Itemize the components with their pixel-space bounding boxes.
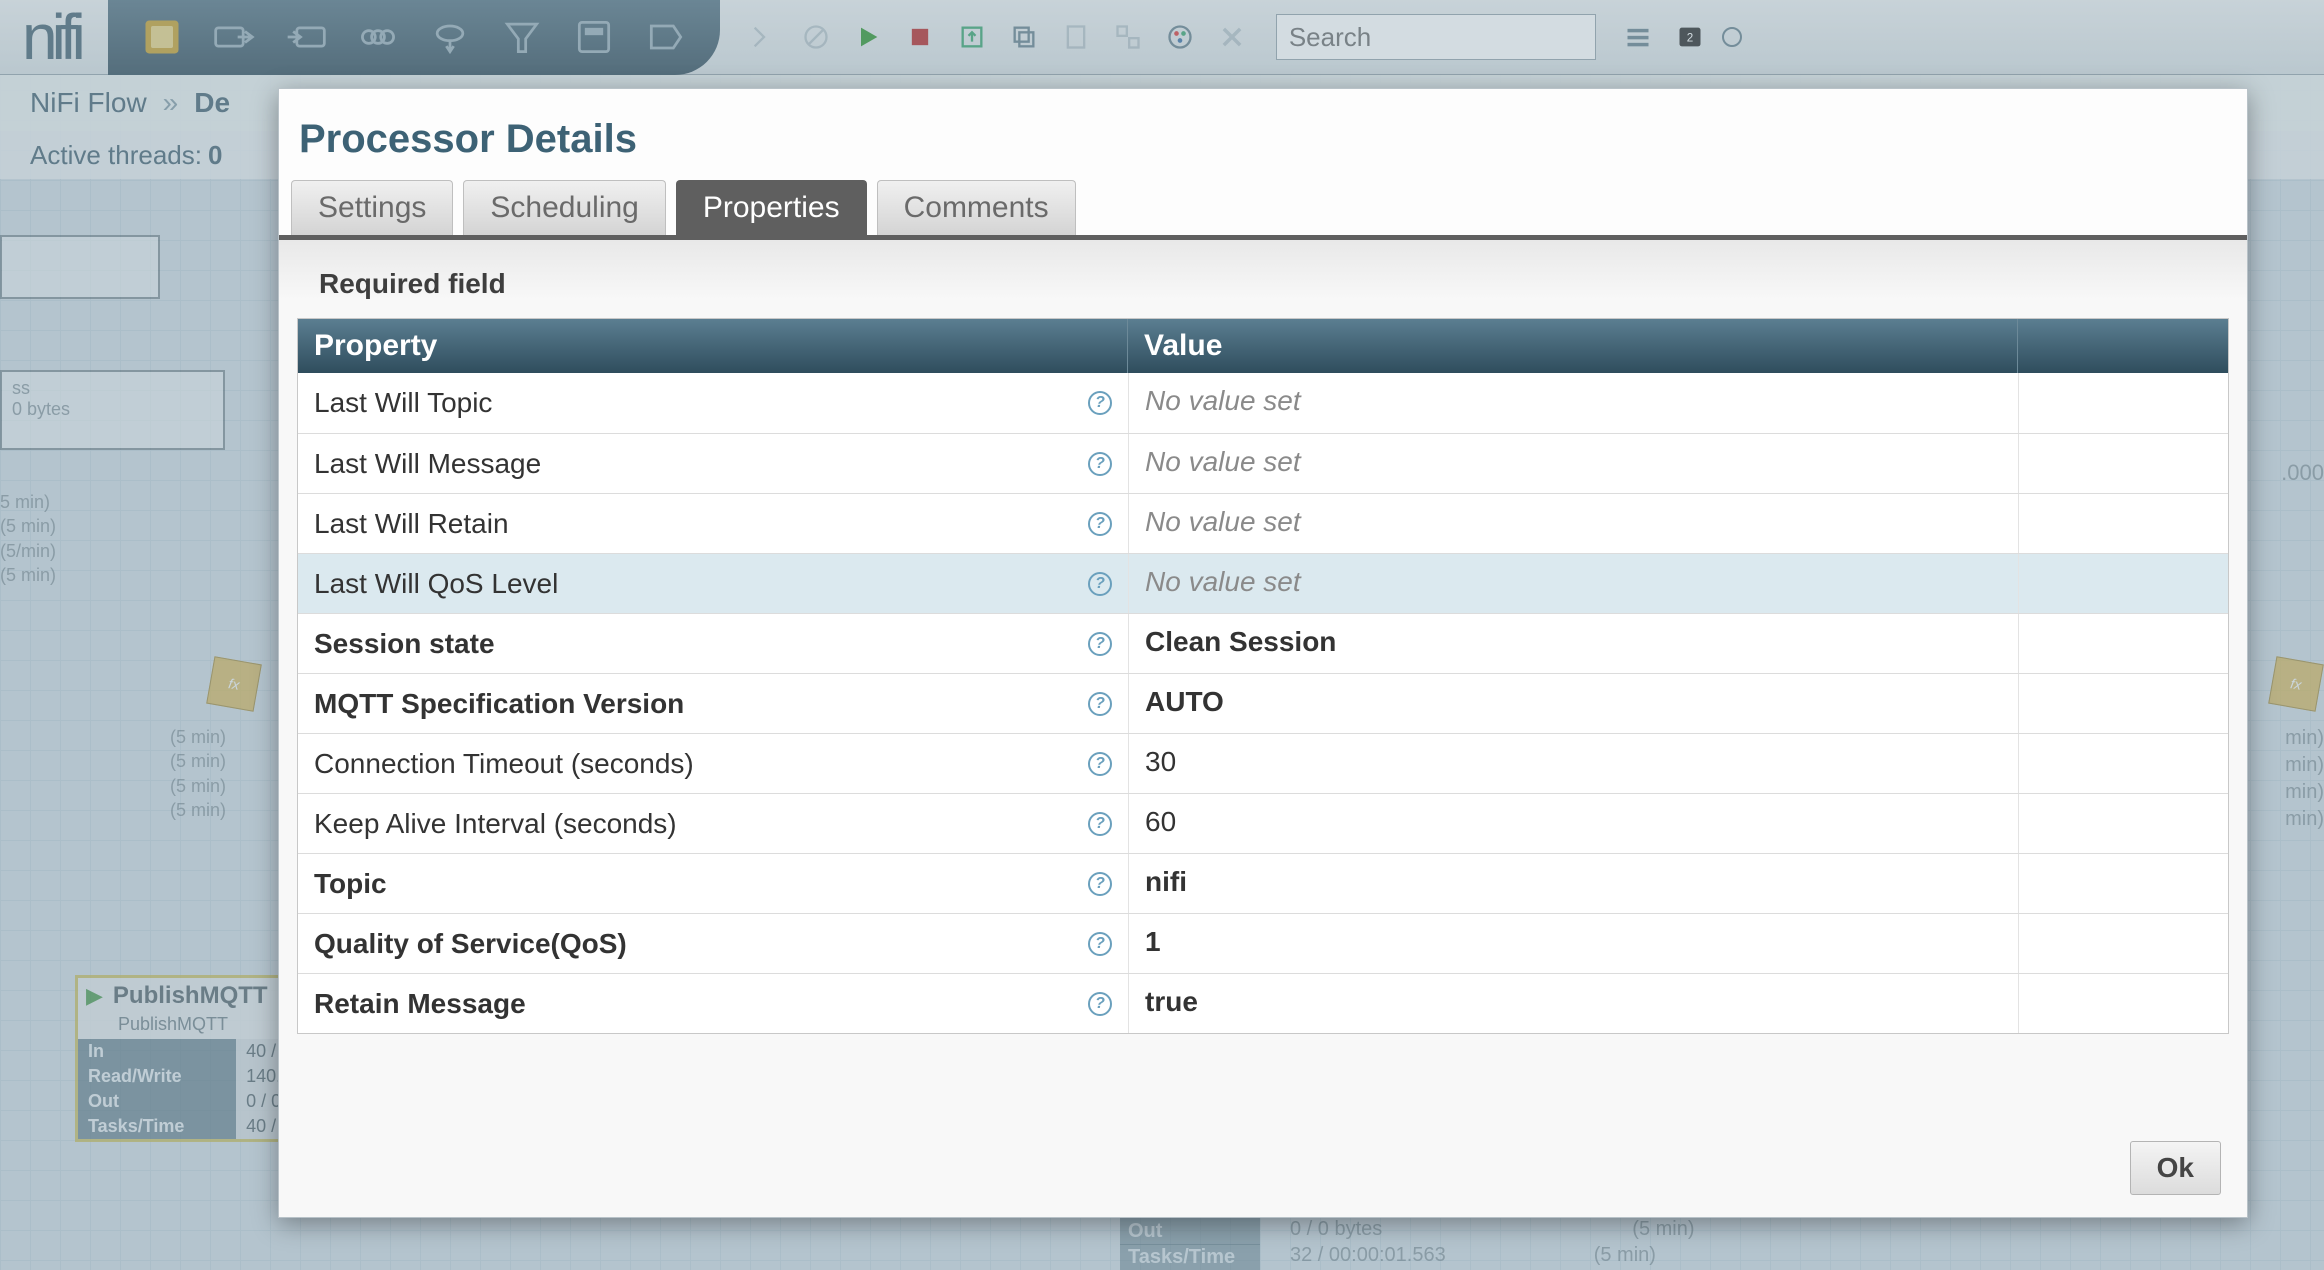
property-value[interactable]: No value set (1128, 373, 2018, 433)
help-icon[interactable]: ? (1088, 572, 1112, 596)
property-row[interactable]: Last Will Message? No value set (298, 433, 2228, 493)
property-name: Last Will Retain (314, 508, 509, 540)
properties-table-header: Property Value (298, 319, 2228, 373)
property-value[interactable]: AUTO (1128, 674, 2018, 733)
property-row[interactable]: Keep Alive Interval (seconds)? 60 (298, 793, 2228, 853)
help-icon[interactable]: ? (1088, 632, 1112, 656)
property-value[interactable]: Clean Session (1128, 614, 2018, 673)
properties-panel: Required field Property Value Last Will … (279, 240, 2247, 1217)
tab-properties[interactable]: Properties (676, 180, 867, 235)
property-value[interactable]: 1 (1128, 914, 2018, 973)
property-value[interactable]: No value set (1128, 434, 2018, 493)
help-icon[interactable]: ? (1088, 391, 1112, 415)
property-actions (2018, 554, 2228, 613)
properties-table: Property Value Last Will Topic? No value … (297, 318, 2229, 1034)
tab-comments[interactable]: Comments (877, 180, 1076, 235)
property-row[interactable]: Retain Message? true (298, 973, 2228, 1033)
property-name: Topic (314, 868, 387, 900)
property-actions (2018, 494, 2228, 553)
property-actions (2018, 794, 2228, 853)
help-icon[interactable]: ? (1088, 872, 1112, 896)
tab-settings[interactable]: Settings (291, 180, 453, 235)
property-actions (2018, 914, 2228, 973)
property-name: Last Will Topic (314, 387, 492, 419)
ok-button[interactable]: Ok (2130, 1141, 2221, 1195)
property-row[interactable]: Quality of Service(QoS)? 1 (298, 913, 2228, 973)
property-value[interactable]: true (1128, 974, 2018, 1033)
property-name: Quality of Service(QoS) (314, 928, 627, 960)
property-actions (2018, 434, 2228, 493)
tab-scheduling[interactable]: Scheduling (463, 180, 665, 235)
property-name: Keep Alive Interval (seconds) (314, 808, 677, 840)
help-icon[interactable]: ? (1088, 812, 1112, 836)
property-row[interactable]: Connection Timeout (seconds)? 30 (298, 733, 2228, 793)
property-row[interactable]: MQTT Specification Version? AUTO (298, 673, 2228, 733)
property-row[interactable]: Last Will QoS Level? No value set (298, 553, 2228, 613)
property-name: Retain Message (314, 988, 526, 1020)
dialog-tabs: Settings Scheduling Properties Comments (279, 180, 2247, 240)
property-actions (2018, 974, 2228, 1033)
property-row[interactable]: Topic? nifi (298, 853, 2228, 913)
property-actions (2018, 674, 2228, 733)
property-actions (2018, 373, 2228, 433)
help-icon[interactable]: ? (1088, 692, 1112, 716)
property-value[interactable]: No value set (1128, 554, 2018, 613)
property-value[interactable]: 30 (1128, 734, 2018, 793)
property-row[interactable]: Last Will Retain? No value set (298, 493, 2228, 553)
dialog-title: Processor Details (279, 89, 2247, 180)
help-icon[interactable]: ? (1088, 752, 1112, 776)
help-icon[interactable]: ? (1088, 512, 1112, 536)
property-value[interactable]: nifi (1128, 854, 2018, 913)
col-property: Property (298, 319, 1128, 373)
property-name: Last Will Message (314, 448, 541, 480)
property-value[interactable]: No value set (1128, 494, 2018, 553)
property-name: Connection Timeout (seconds) (314, 748, 694, 780)
dialog-footer: Ok (2130, 1141, 2221, 1195)
property-actions (2018, 854, 2228, 913)
help-icon[interactable]: ? (1088, 992, 1112, 1016)
property-name: MQTT Specification Version (314, 688, 684, 720)
property-value[interactable]: 60 (1128, 794, 2018, 853)
property-row[interactable]: Last Will Topic? No value set (298, 373, 2228, 433)
col-actions (2018, 319, 2228, 373)
property-actions (2018, 614, 2228, 673)
property-name: Session state (314, 628, 495, 660)
help-icon[interactable]: ? (1088, 452, 1112, 476)
required-field-label: Required field (297, 262, 2229, 318)
help-icon[interactable]: ? (1088, 932, 1112, 956)
property-row[interactable]: Session state? Clean Session (298, 613, 2228, 673)
property-actions (2018, 734, 2228, 793)
processor-details-dialog: Processor Details Settings Scheduling Pr… (278, 88, 2248, 1218)
property-name: Last Will QoS Level (314, 568, 558, 600)
col-value: Value (1128, 319, 2018, 373)
